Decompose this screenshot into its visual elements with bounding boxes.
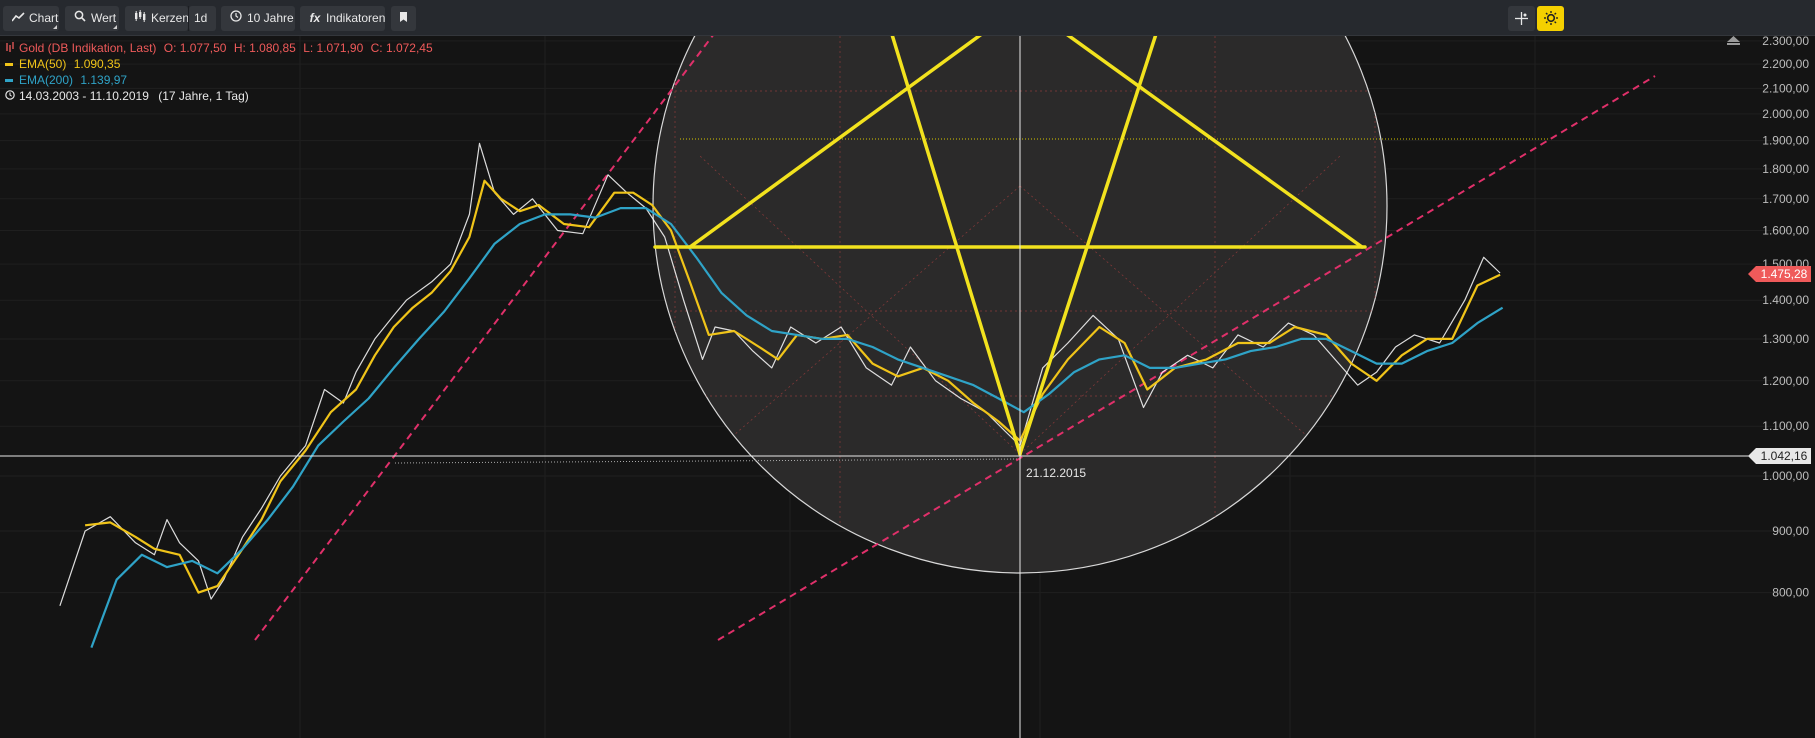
crosshair-price-label: 1.042,16 bbox=[1761, 449, 1808, 463]
y-tick-label: 1.000,00 bbox=[1762, 469, 1809, 483]
bookmark-button[interactable] bbox=[391, 6, 416, 31]
chart-label: Chart bbox=[29, 11, 59, 25]
y-tick-label: 1.800,00 bbox=[1762, 162, 1809, 176]
candles-icon bbox=[133, 6, 147, 31]
dropdown-corner-icon bbox=[53, 25, 57, 29]
search-icon bbox=[73, 6, 87, 31]
y-tick-label: 1.600,00 bbox=[1762, 223, 1809, 237]
date-range-span: (17 Jahre, 1 Tag) bbox=[158, 89, 249, 103]
upper-trend-line[interactable] bbox=[254, 36, 720, 641]
crosshair-icon bbox=[1515, 11, 1528, 26]
interval-label: 1d bbox=[194, 11, 208, 25]
line-chart-icon bbox=[10, 6, 25, 31]
y-tick-label: 1.900,00 bbox=[1762, 134, 1809, 148]
date-range: 14.03.2003 - 11.10.2019 bbox=[19, 89, 149, 103]
clock-icon bbox=[5, 88, 19, 104]
date-range-row[interactable]: 14.03.2003 - 11.10.2019 (17 Jahre, 1 Tag… bbox=[5, 88, 433, 104]
y-tick-label: 1.200,00 bbox=[1762, 374, 1809, 388]
toolbar: Chart Wert Kerzen 1d 10 Jahre fx Indikato… bbox=[0, 0, 1815, 36]
axis-scale-icon[interactable] bbox=[1727, 36, 1740, 45]
chart-type-button[interactable]: Chart bbox=[3, 6, 59, 31]
theme-toggle-button[interactable] bbox=[1537, 6, 1564, 31]
ema50-label: EMA(50) bbox=[19, 57, 67, 71]
ema50-row[interactable]: EMA(50) 1.090,35 bbox=[5, 56, 433, 72]
close-value: C: 1.072,45 bbox=[370, 41, 433, 55]
crosshair-price-tag: 1.042,16 bbox=[1748, 448, 1811, 464]
y-tick-label: 2.000,00 bbox=[1762, 107, 1809, 121]
y-tick-label: 1.100,00 bbox=[1762, 419, 1809, 433]
y-tick-label: 1.400,00 bbox=[1762, 293, 1809, 307]
clock-icon bbox=[229, 6, 243, 31]
interval-button[interactable]: 1d bbox=[189, 6, 216, 31]
y-tick-label: 900,00 bbox=[1772, 524, 1809, 538]
y-tick-label: 1.700,00 bbox=[1762, 192, 1809, 206]
ema200-swatch bbox=[5, 79, 13, 83]
sun-icon bbox=[1543, 11, 1558, 26]
ema50-value: 1.090,35 bbox=[73, 57, 121, 71]
y-tick-label: 1.300,00 bbox=[1762, 332, 1809, 346]
indicators-button[interactable]: fx Indikatoren bbox=[300, 6, 385, 31]
y-tick-label: 2.100,00 bbox=[1762, 81, 1809, 95]
y-tick-label: 2.300,00 bbox=[1762, 36, 1809, 48]
high-value: H: 1.080,85 bbox=[233, 41, 296, 55]
dropdown-corner-icon bbox=[113, 25, 117, 29]
current-price-label: 1.475,28 bbox=[1761, 267, 1808, 281]
ema200-value: 1.139,97 bbox=[80, 73, 128, 87]
chart-legend: Gold (DB Indikation, Last) O: 1.077,50 H… bbox=[5, 40, 433, 104]
ema200-row[interactable]: EMA(200) 1.139,97 bbox=[5, 72, 433, 88]
y-axis: 2.300,00 2.200,00 2.100,00 2.000,00 1.900,00… bbox=[1762, 36, 1809, 600]
value-button[interactable]: Wert bbox=[65, 6, 119, 31]
crosshair-settings-button[interactable] bbox=[1508, 6, 1535, 31]
period-label: 10 Jahre bbox=[247, 11, 294, 25]
value-label: Wert bbox=[91, 11, 117, 25]
indicators-label: Indikatoren bbox=[326, 11, 386, 25]
candles-label: Kerzen bbox=[151, 11, 190, 25]
price-chart[interactable]: 21.12.2015 2.300,00 2.200,00 2.100,00 2.000… bbox=[0, 36, 1815, 738]
instrument-row[interactable]: Gold (DB Indikation, Last) O: 1.077,50 H… bbox=[5, 40, 433, 56]
low-value: L: 1.071,90 bbox=[303, 41, 364, 55]
instrument-name: Gold (DB Indikation, Last) bbox=[19, 41, 157, 55]
fx-icon: fx bbox=[309, 11, 321, 25]
period-button[interactable]: 10 Jahre bbox=[221, 6, 295, 31]
ema50-swatch bbox=[5, 63, 13, 67]
ema200-label: EMA(200) bbox=[19, 73, 74, 87]
bookmark-icon bbox=[399, 11, 408, 25]
y-tick-label: 2.200,00 bbox=[1762, 57, 1809, 71]
y-tick-label: 800,00 bbox=[1772, 586, 1809, 600]
crosshair-date-label: 21.12.2015 bbox=[1026, 466, 1086, 480]
current-price-tag[interactable]: 1.475,28 bbox=[1748, 266, 1811, 282]
candles-button[interactable]: Kerzen bbox=[125, 6, 190, 31]
open-value: O: 1.077,50 bbox=[163, 41, 227, 55]
